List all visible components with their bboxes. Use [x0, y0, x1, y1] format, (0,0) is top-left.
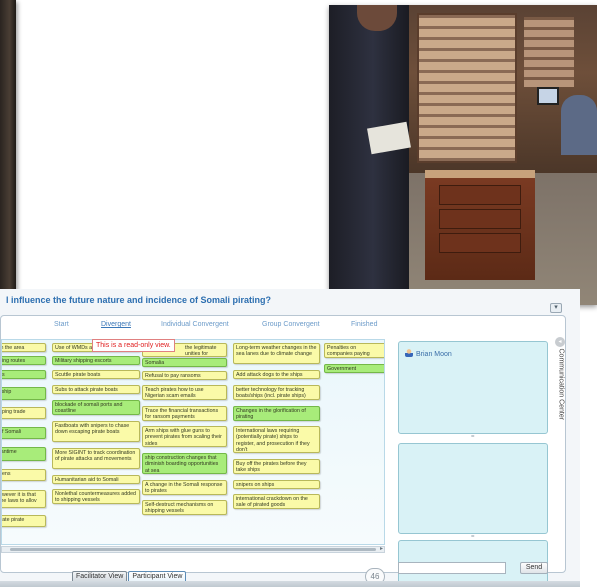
- idea-note[interactable]: better technology for tracking boats/shi…: [233, 385, 320, 400]
- idea-note[interactable]: Add attack dogs to the ships: [233, 370, 320, 379]
- idea-note[interactable]: Long-term weather changes in the sea lan…: [233, 343, 320, 364]
- photo-paper: [367, 121, 411, 155]
- idea-note[interactable]: snipers on ships: [233, 480, 320, 489]
- idea-note[interactable]: dens: [2, 469, 46, 481]
- photo-drawer: [439, 209, 521, 229]
- idea-note[interactable]: ping routes: [2, 356, 46, 365]
- idea-note[interactable]: A change in the Somali response to pirat…: [142, 480, 227, 495]
- communication-center-label: Communication Center: [557, 348, 565, 421]
- idea-note[interactable]: of Somali: [2, 427, 46, 439]
- idea-note[interactable]: l ship: [2, 387, 46, 400]
- idea-note[interactable]: os: [2, 370, 46, 379]
- chat-input[interactable]: [398, 562, 506, 574]
- photo-monitor: [537, 87, 559, 105]
- person-icon: [405, 349, 413, 357]
- chat-messages-box: [398, 443, 548, 534]
- board-horizontal-scrollbar[interactable]: ▸: [1, 546, 385, 553]
- photo-drawer: [439, 233, 521, 253]
- scroll-right-icon[interactable]: ▸: [380, 545, 383, 552]
- idea-note[interactable]: Somalia: [142, 358, 227, 367]
- stage-individual-convergent[interactable]: Individual Convergent: [161, 321, 229, 328]
- idea-note[interactable]: More SIGINT to track coordination of pir…: [52, 448, 140, 469]
- photo-person: [329, 5, 411, 305]
- idea-note[interactable]: Scuttle pirate boats: [52, 370, 140, 379]
- participant-name: Brian Moon: [416, 351, 452, 358]
- stage-group-convergent[interactable]: Group Convergent: [262, 321, 320, 328]
- photo-person-head: [357, 5, 397, 31]
- participant-entry: Brian Moon: [405, 349, 452, 358]
- idea-note[interactable]: Subs to attack pirate boats: [52, 385, 140, 394]
- idea-note[interactable]: international crackdown on the sale of p…: [233, 494, 320, 509]
- brainstorm-app: l influence the future nature and incide…: [0, 289, 580, 587]
- idea-note[interactable]: Government intervention: [324, 364, 384, 373]
- splitter-handle[interactable]: =: [471, 434, 475, 440]
- side-panel: Brian Moon = =: [389, 340, 553, 587]
- stage-finished[interactable]: Finished: [351, 321, 377, 328]
- idea-note[interactable]: Self-destruct mechanisms on shipping ves…: [142, 500, 227, 515]
- question-title: l influence the future nature and incide…: [6, 295, 272, 305]
- idea-note[interactable]: pping trade: [2, 407, 46, 419]
- idea-note[interactable]: Arm ships with glue guns to prevent pira…: [142, 426, 227, 447]
- idea-note[interactable]: owever it is that me laws to allov: [2, 490, 46, 508]
- stage-nav: Start Divergent Individual Convergent Gr…: [1, 318, 401, 332]
- read-only-tooltip: This is a read-only view.: [92, 339, 175, 352]
- scrollbar-thumb[interactable]: [10, 548, 376, 551]
- photo-shelves: [417, 13, 517, 163]
- communication-center-strip: ◂ Communication Center: [555, 337, 565, 577]
- stage-divergent[interactable]: Divergent: [101, 321, 131, 328]
- idea-note[interactable]: Penalties on companies paying ransom: [324, 343, 384, 358]
- idea-note[interactable]: Military shipping escorts: [52, 356, 140, 365]
- close-icon[interactable]: ▾: [550, 303, 562, 313]
- main-panel: Start Divergent Individual Convergent Gr…: [0, 315, 566, 586]
- idea-note[interactable]: ship construction changes that diminish …: [142, 453, 227, 474]
- idea-note[interactable]: trate pirate: [2, 515, 46, 527]
- idea-note[interactable]: Teach pirates how to use Nigerian scam e…: [142, 385, 227, 400]
- participants-box: Brian Moon: [398, 341, 548, 434]
- stage-start[interactable]: Start: [54, 321, 69, 328]
- idea-note[interactable]: ın the area: [2, 343, 46, 352]
- idea-note[interactable]: Buy off the pirates before they take shi…: [233, 459, 320, 474]
- idea-board: ın the area ping routes os l ship pping …: [1, 339, 385, 545]
- idea-note[interactable]: International laws requiring (potentiall…: [233, 426, 320, 453]
- idea-note[interactable]: Nonlethal countermeasures added to shipp…: [52, 489, 140, 504]
- idea-note[interactable]: Humanitarian aid to Somali: [52, 475, 140, 484]
- photo-drawer: [439, 185, 521, 205]
- window-bottom-edge: [0, 581, 580, 587]
- photo-worker: [561, 95, 597, 155]
- idea-note[interactable]: Changes in the glorification of pirating: [233, 406, 320, 421]
- photo-office-scene: [329, 5, 597, 305]
- photo-shelves-rear: [524, 17, 574, 87]
- send-button[interactable]: Send: [520, 562, 548, 574]
- idea-note[interactable]: rantime: [2, 447, 46, 461]
- photo-thumbnail-left: [0, 0, 16, 290]
- view-switcher: Facilitator View Participant View: [72, 565, 187, 584]
- info-icon[interactable]: ◂: [555, 337, 565, 347]
- idea-note[interactable]: blockade of somali ports and coastline: [52, 400, 140, 415]
- idea-note[interactable]: Refusal to pay ransoms: [142, 371, 227, 380]
- idea-note[interactable]: Trace the financial transactions for ran…: [142, 406, 227, 421]
- idea-note[interactable]: Fastboats with snipers to chase down esc…: [52, 421, 140, 442]
